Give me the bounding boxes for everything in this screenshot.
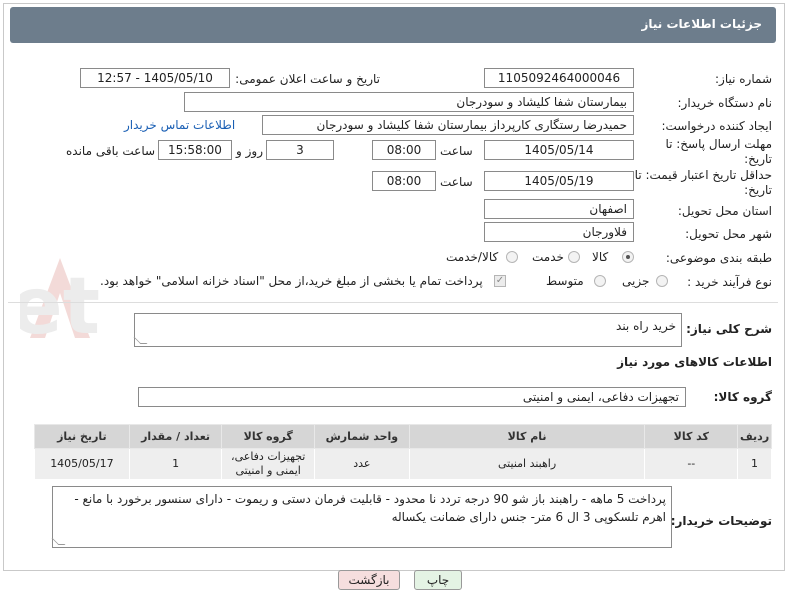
back-button[interactable]: بازگشت xyxy=(338,570,400,590)
buyer-org-label: نام دستگاه خریدار: xyxy=(677,96,773,110)
col-header-name: نام کالا xyxy=(408,424,646,449)
category-option-goods: کالا xyxy=(592,250,609,264)
payment-checkbox[interactable]: ✓ xyxy=(494,275,506,287)
page-header: جزئیات اطلاعات نیاز xyxy=(10,7,776,43)
cell-date: 1405/05/17 xyxy=(34,448,130,480)
need-number-label: شماره نیاز: xyxy=(715,72,772,86)
cell-row-number: 1 xyxy=(737,448,772,480)
price-validity-label: حداقل تاریخ اعتبار قیمت: تا تاریخ: xyxy=(634,168,772,197)
remaining-label: ساعت باقی مانده xyxy=(66,144,156,158)
category-option-goods-service: کالا/خدمت xyxy=(446,250,499,264)
process-radio-minor[interactable] xyxy=(656,275,668,287)
process-option-minor: جزیی xyxy=(622,274,650,288)
price-validity-time-field: 08:00 xyxy=(372,171,436,191)
items-table: ردیف کد کالا نام کالا واحد شمارش گروه کا… xyxy=(34,424,772,480)
print-button[interactable]: چاپ xyxy=(414,570,462,590)
divider xyxy=(8,302,778,303)
province-field: اصفهان xyxy=(484,199,634,219)
category-radio-service[interactable] xyxy=(568,251,580,263)
table-row: 1 -- راهبند امنیتی عدد تجهیزات دفاعی، ای… xyxy=(34,448,772,480)
contact-info-link[interactable]: اطلاعات تماس خریدار xyxy=(124,118,235,132)
cell-unit: عدد xyxy=(314,448,410,480)
resize-handle-icon[interactable] xyxy=(51,538,66,545)
category-label: طبقه بندی موضوعی: xyxy=(665,251,772,265)
creator-label: ایجاد کننده درخواست: xyxy=(661,119,772,133)
category-radio-goods[interactable] xyxy=(622,251,634,263)
category-radio-goods-service[interactable] xyxy=(506,251,518,263)
col-header-row-number: ردیف xyxy=(737,424,772,449)
creator-field: حمیدرضا رستگاری کارپرداز بیمارستان شفا ک… xyxy=(262,115,634,135)
goods-group-field: تجهیزات دفاعی، ایمنی و امنیتی xyxy=(138,387,686,407)
announce-label: تاریخ و ساعت اعلان عمومی: xyxy=(235,72,380,86)
description-value: خرید راه بند xyxy=(616,319,676,333)
city-field: فلاورجان xyxy=(484,222,634,242)
buyer-notes-label: توضیحات خریدار: xyxy=(670,514,772,528)
process-label: نوع فرآیند خرید : xyxy=(687,275,772,289)
col-header-code: کد کالا xyxy=(644,424,739,449)
cell-name: راهبند امنیتی xyxy=(408,448,646,480)
process-option-medium: متوسط xyxy=(546,274,584,288)
deadline-date-field: 1405/05/14 xyxy=(484,140,634,160)
deadline-time-label: ساعت xyxy=(440,144,473,158)
description-field: خرید راه بند xyxy=(133,313,682,347)
page-title: جزئیات اطلاعات نیاز xyxy=(641,17,762,31)
deadline-label: مهلت ارسال پاسخ: تا تاریخ: xyxy=(665,137,772,166)
table-header-row: ردیف کد کالا نام کالا واحد شمارش گروه کا… xyxy=(34,424,772,449)
cell-quantity: 1 xyxy=(128,448,223,480)
buyer-notes-value: پرداخت 5 ماهه - راهبند باز شو 90 درجه تر… xyxy=(74,492,666,524)
col-header-group: گروه کالا xyxy=(221,424,315,449)
days-field: 3 xyxy=(266,140,334,160)
payment-note: پرداخت تمام یا بخشی از مبلغ خرید،از محل … xyxy=(100,274,483,288)
announce-field: 1405/05/10 - 12:57 xyxy=(80,68,230,88)
price-validity-date-field: 1405/05/19 xyxy=(484,171,634,191)
goods-group-label: گروه کالا: xyxy=(713,390,772,404)
city-label: شهر محل تحویل: xyxy=(685,227,772,241)
col-header-unit: واحد شمارش xyxy=(314,424,410,449)
resize-handle-icon[interactable] xyxy=(133,337,148,344)
buyer-org-field: بیمارستان شفا کلیشاد و سودرجان xyxy=(184,92,634,112)
deadline-time-field: 08:00 xyxy=(372,140,436,160)
col-header-quantity: تعداد / مقدار xyxy=(128,424,223,449)
province-label: استان محل تحویل: xyxy=(677,204,772,218)
need-number-field: 1105092464000046 xyxy=(484,68,634,88)
category-option-service: خدمت xyxy=(532,250,564,264)
cell-code: -- xyxy=(644,448,739,480)
cell-group: تجهیزات دفاعی، ایمنی و امنیتی xyxy=(221,448,315,480)
process-radio-medium[interactable] xyxy=(594,275,606,287)
col-header-date: تاریخ نیاز xyxy=(34,424,130,449)
buyer-notes-field: پرداخت 5 ماهه - راهبند باز شو 90 درجه تر… xyxy=(51,486,672,548)
days-label: روز و xyxy=(236,144,263,158)
goods-section-title: اطلاعات کالاهای مورد نیاز xyxy=(617,355,772,369)
remaining-time-field: 15:58:00 xyxy=(158,140,232,160)
description-label: شرح کلی نیاز: xyxy=(686,322,772,336)
price-validity-time-label: ساعت xyxy=(440,175,473,189)
